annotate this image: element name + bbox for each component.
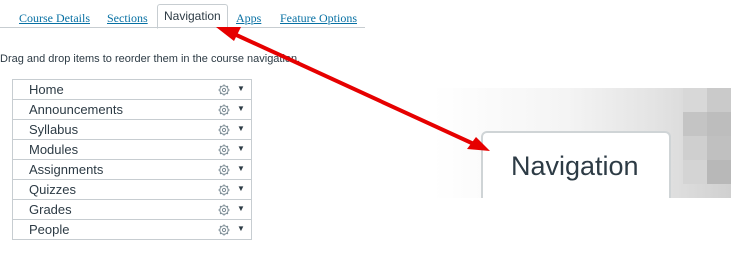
arrow-head-start [216,27,241,41]
arrow-shaft [231,31,477,147]
annotation-arrow [216,27,490,151]
